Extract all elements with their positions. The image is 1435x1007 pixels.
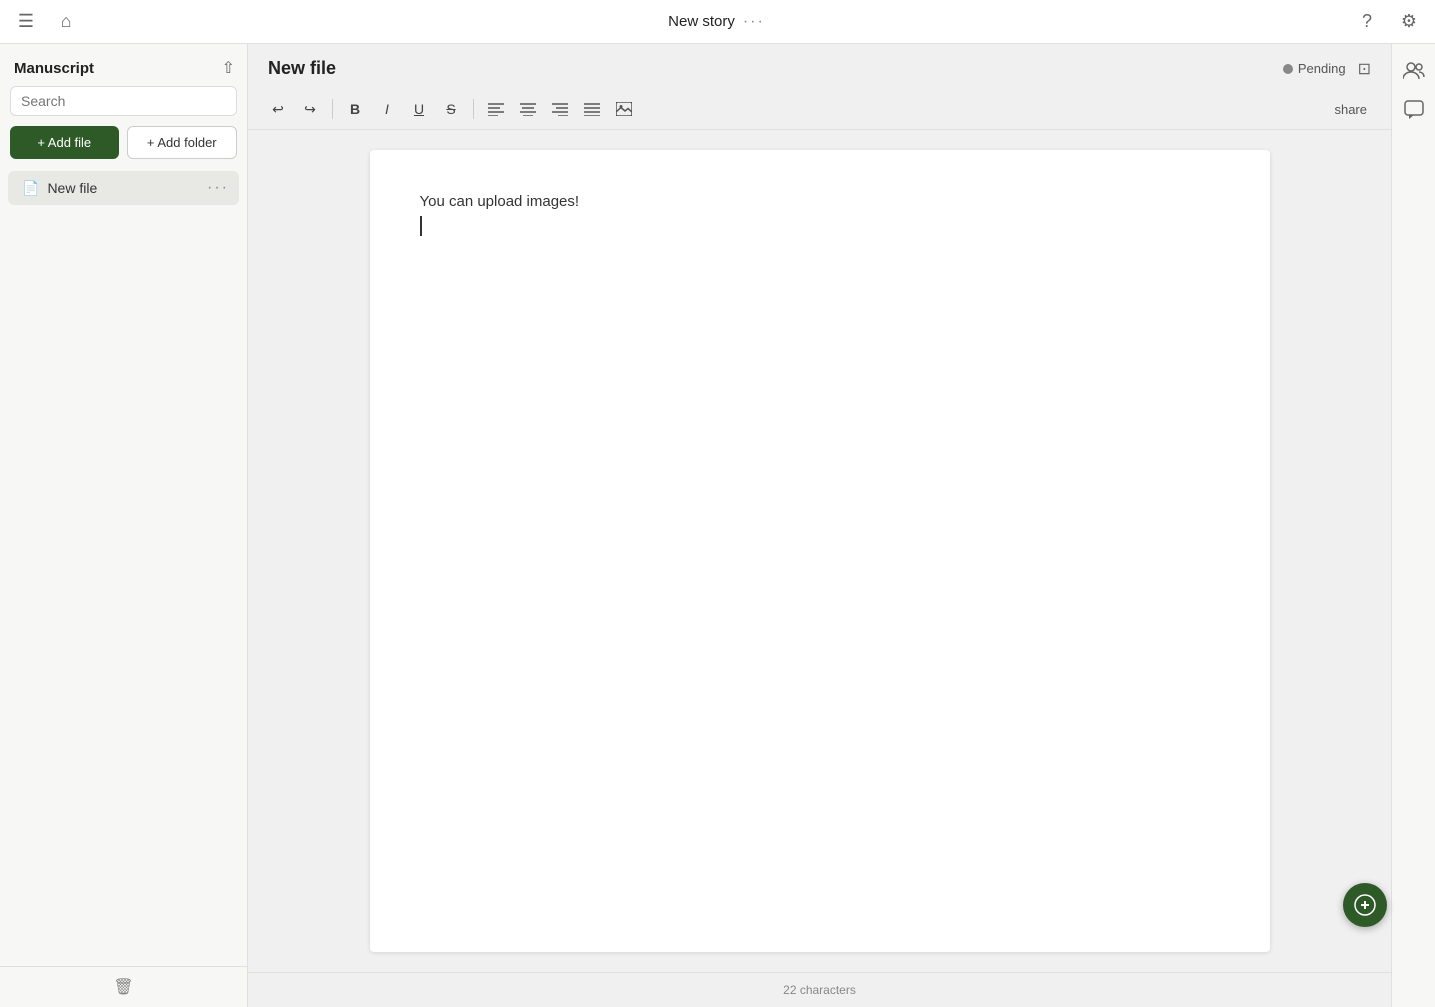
text-cursor [420, 216, 422, 236]
menu-button[interactable]: ☰ [12, 8, 40, 36]
strikethrough-button[interactable]: S [437, 95, 465, 123]
file-item-left: 📄 New file [22, 180, 97, 197]
file-item[interactable]: 📄 New file ··· [8, 171, 239, 205]
topbar: ☰ ⌂ New story ··· ? ⚙ [0, 0, 1435, 44]
align-left-button[interactable] [482, 95, 510, 123]
editor-content-wrapper: You can upload images! [248, 130, 1391, 972]
toolbar-divider-1 [332, 99, 333, 119]
editor-toolbar: ↩ ↪ B I U S share [248, 89, 1391, 130]
topbar-right: ? ⚙ [1353, 8, 1423, 36]
sidebar: Manuscript ⇧ + Add file + Add folder 📄 N… [0, 44, 248, 1007]
pending-label: Pending [1298, 61, 1346, 76]
main-layout: Manuscript ⇧ + Add file + Add folder 📄 N… [0, 44, 1435, 1007]
help-button[interactable]: ? [1353, 8, 1381, 36]
toolbar-divider-2 [473, 99, 474, 119]
char-count: 22 characters [783, 983, 856, 997]
file-name: New file [47, 180, 97, 196]
topbar-left: ☰ ⌂ [12, 8, 80, 36]
sidebar-buttons: + Add file + Add folder [0, 126, 247, 171]
fab-button[interactable] [1343, 883, 1387, 927]
redo-button[interactable]: ↪ [296, 95, 324, 123]
editor-title: New file [268, 58, 336, 79]
file-list: 📄 New file ··· [0, 171, 247, 966]
home-button[interactable]: ⌂ [52, 8, 80, 36]
undo-button[interactable]: ↩ [264, 95, 292, 123]
story-more-dots[interactable]: ··· [743, 13, 765, 31]
upload-button[interactable]: ⇧ [222, 58, 235, 78]
editor-line-1: You can upload images! [420, 190, 1220, 214]
pending-badge: Pending [1283, 61, 1346, 76]
editor-panel: New file Pending ⊡ ↩ ↪ B I U S [248, 44, 1391, 1007]
image-button[interactable] [610, 95, 638, 123]
editor-footer: 22 characters [248, 972, 1391, 1007]
right-sidebar [1391, 44, 1435, 1007]
editor-header-right: Pending ⊡ [1283, 59, 1371, 79]
comments-button[interactable] [1396, 92, 1432, 128]
bold-button[interactable]: B [341, 95, 369, 123]
layout-toggle-button[interactable]: ⊡ [1358, 59, 1371, 79]
underline-button[interactable]: U [405, 95, 433, 123]
collaborators-button[interactable] [1396, 52, 1432, 88]
italic-button[interactable]: I [373, 95, 401, 123]
topbar-center: New story ··· [668, 13, 765, 31]
align-right-button[interactable] [546, 95, 574, 123]
add-folder-button[interactable]: + Add folder [127, 126, 238, 159]
story-title: New story [668, 13, 735, 30]
search-box[interactable] [10, 86, 237, 116]
sidebar-header: Manuscript ⇧ [0, 44, 247, 86]
cursor-line [420, 214, 1220, 236]
editor-page: You can upload images! [370, 150, 1270, 952]
share-button[interactable]: share [1326, 98, 1375, 121]
pending-dot [1283, 64, 1293, 74]
editor-text-content: You can upload images! [420, 190, 1220, 236]
sidebar-footer: 🗑 [0, 966, 247, 1007]
file-item-more[interactable]: ··· [207, 179, 229, 197]
file-icon: 📄 [22, 180, 39, 197]
editor-header: New file Pending ⊡ [248, 44, 1391, 89]
justify-button[interactable] [578, 95, 606, 123]
sidebar-title: Manuscript [14, 60, 94, 77]
search-input[interactable] [21, 93, 226, 109]
add-file-button[interactable]: + Add file [10, 126, 119, 159]
align-center-button[interactable] [514, 95, 542, 123]
settings-button[interactable]: ⚙ [1395, 8, 1423, 36]
trash-button[interactable]: 🗑 [113, 977, 133, 997]
